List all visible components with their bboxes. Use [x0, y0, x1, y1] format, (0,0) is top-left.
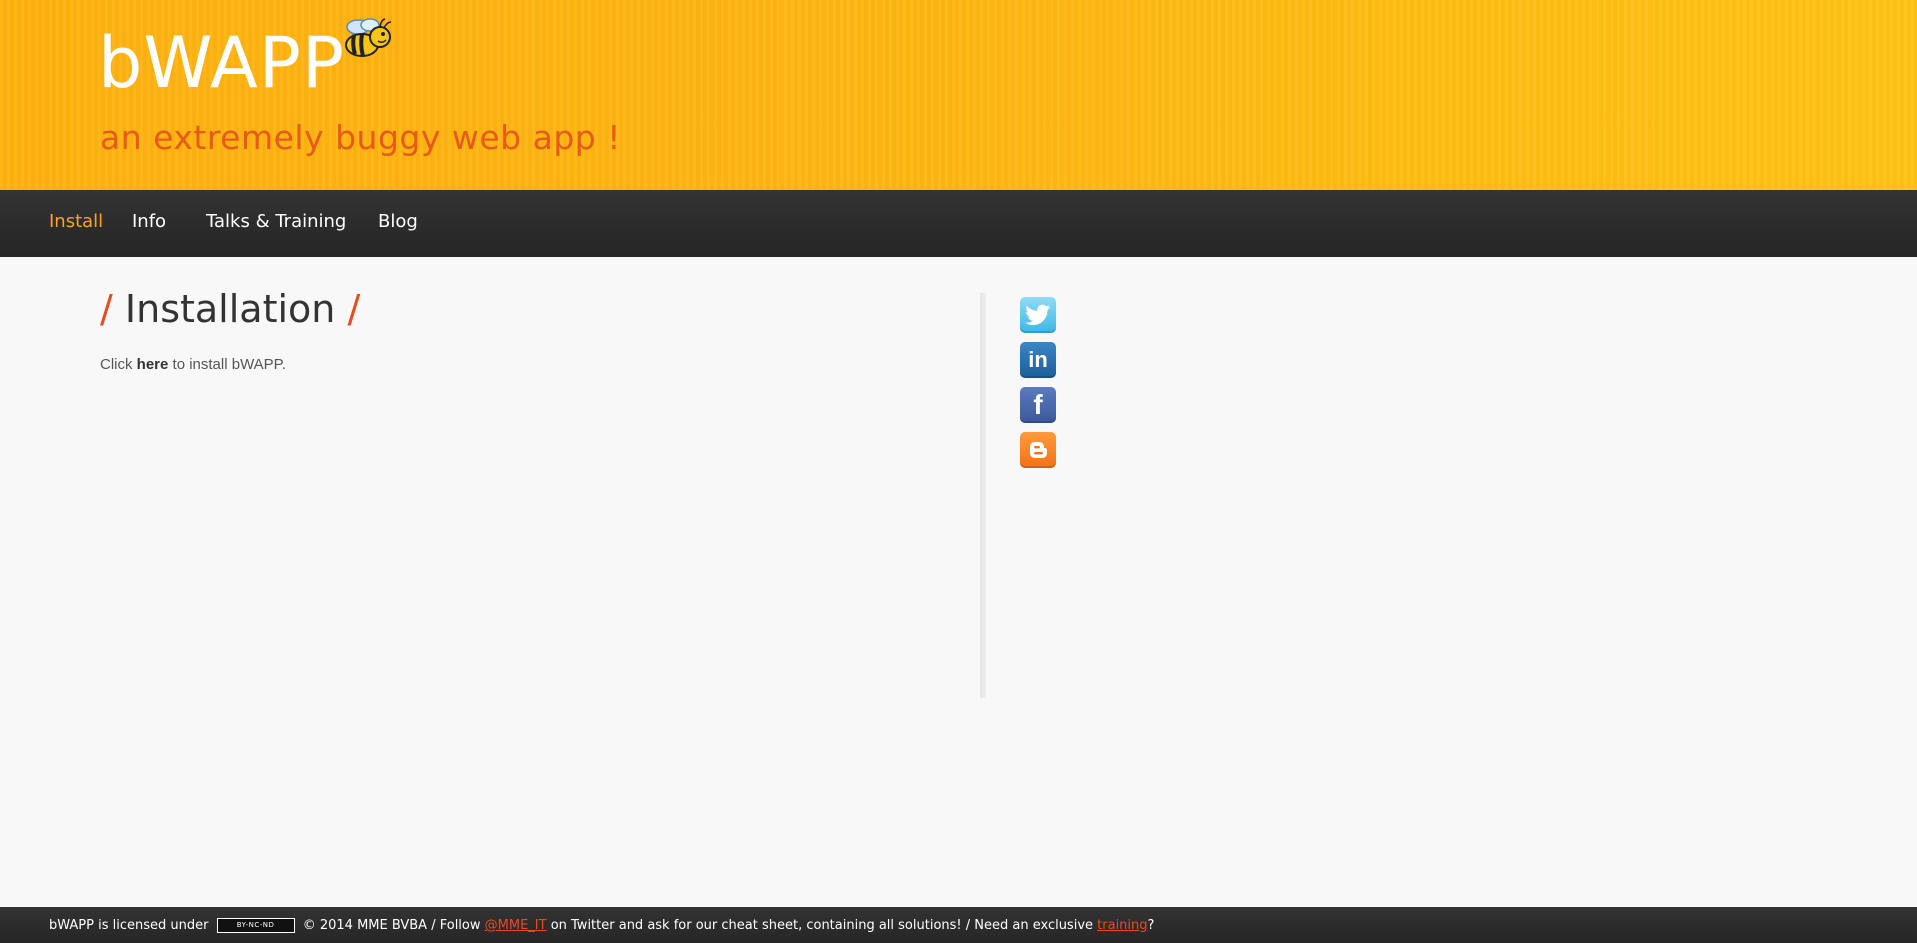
linkedin-icon[interactable]: in: [1020, 342, 1056, 378]
footer-copyright-text: © 2014 MME BVBA / Follow: [298, 918, 485, 933]
title-slash-left: /: [100, 287, 113, 331]
twitter-bird-glyph: [1025, 304, 1050, 326]
install-instruction: Click here to install bWAPP.: [100, 356, 286, 373]
footer-question-mark: ?: [1147, 918, 1155, 933]
title-slash-right: /: [347, 287, 361, 331]
column-divider: [980, 293, 986, 698]
install-suffix: to install bWAPP.: [168, 356, 286, 373]
twitter-icon[interactable]: [1020, 297, 1056, 333]
twitter-handle-link[interactable]: @MME_IT: [485, 918, 547, 933]
bee-icon: [345, 18, 392, 57]
blogger-b-glyph: [1030, 442, 1047, 458]
nav-item-blog[interactable]: Blog: [378, 211, 418, 232]
install-prefix: Click: [100, 356, 137, 373]
nav-item-install[interactable]: Install: [49, 211, 103, 232]
cc-license-badge[interactable]: BY-NC-ND: [216, 918, 295, 933]
app-logo: bWAPP: [98, 22, 346, 104]
facebook-icon[interactable]: f: [1020, 387, 1056, 423]
footer-license-text: bWAPP is licensed under: [49, 918, 213, 933]
nav-item-info[interactable]: Info: [132, 211, 166, 232]
page-title-text: Installation: [124, 287, 336, 331]
footer: bWAPP is licensed under BY-NC-ND © 2014 …: [0, 907, 1917, 943]
training-link[interactable]: training: [1097, 918, 1147, 933]
nav-item-talks-training[interactable]: Talks & Training: [206, 211, 346, 232]
main-content: / Installation / Click here to install b…: [0, 257, 1917, 907]
page-title: / Installation /: [100, 287, 360, 331]
tagline: an extremely buggy web app !: [100, 118, 621, 157]
footer-text: bWAPP is licensed under BY-NC-ND © 2014 …: [49, 918, 1154, 933]
header-banner: bWAPP an extremely buggy web app !: [0, 0, 1917, 190]
main-nav: Install Info Talks & Training Blog: [0, 190, 1917, 257]
footer-cheatsheet-text: on Twitter and ask for our cheat sheet, …: [546, 918, 1098, 933]
install-here-link[interactable]: here: [137, 356, 169, 373]
blogger-icon[interactable]: [1020, 432, 1056, 468]
